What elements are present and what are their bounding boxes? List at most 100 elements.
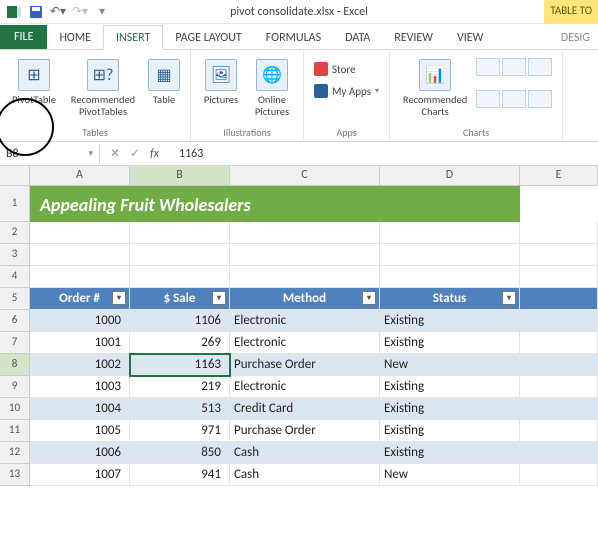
chart-column-icon[interactable] [476, 58, 500, 76]
tab-home[interactable]: HOME [47, 26, 103, 49]
cell-c12[interactable]: Cash [230, 442, 380, 464]
cell-e8[interactable] [520, 354, 598, 376]
row-header-10[interactable]: 10 [0, 398, 30, 420]
cell-a11[interactable]: 1005 [30, 420, 130, 442]
cell-d9[interactable]: Existing [380, 376, 520, 398]
qat-customize-icon[interactable]: ▾ [94, 4, 110, 20]
col-header-a[interactable]: A [30, 166, 130, 186]
row-header-13[interactable]: 13 [0, 464, 30, 486]
cell-e3[interactable] [520, 244, 598, 266]
tab-formulas[interactable]: FORMULAS [254, 26, 333, 49]
cell-b4[interactable] [130, 266, 230, 288]
tab-insert[interactable]: INSERT [103, 25, 163, 50]
row-header-3[interactable]: 3 [0, 244, 30, 266]
row-header-5[interactable]: 5 [0, 288, 30, 310]
cell-b8[interactable]: 1163 [130, 354, 230, 376]
row-header-11[interactable]: 11 [0, 420, 30, 442]
row-header-9[interactable]: 9 [0, 376, 30, 398]
cell-d4[interactable] [380, 266, 520, 288]
cell-a10[interactable]: 1004 [30, 398, 130, 420]
cell-c2[interactable] [230, 222, 380, 244]
cell-b10[interactable]: 513 [130, 398, 230, 420]
cell-e6[interactable] [520, 310, 598, 332]
cell-d12[interactable]: Existing [380, 442, 520, 464]
cell-a12[interactable]: 1006 [30, 442, 130, 464]
recommended-charts-button[interactable]: 📊 Recommended Charts [396, 54, 474, 120]
cell-d10[interactable]: Existing [380, 398, 520, 420]
tab-design[interactable]: DESIG [549, 26, 598, 49]
col-header-e[interactable]: E [520, 166, 598, 186]
tab-data[interactable]: DATA [333, 26, 382, 49]
cell-b11[interactable]: 971 [130, 420, 230, 442]
namebox-dropdown-icon[interactable]: ▾ [88, 148, 93, 159]
select-all-corner[interactable] [0, 166, 30, 186]
cell-a7[interactable]: 1001 [30, 332, 130, 354]
tab-file[interactable]: FILE [0, 25, 47, 49]
cell-e7[interactable] [520, 332, 598, 354]
cell-a4[interactable] [30, 266, 130, 288]
undo-icon[interactable]: ↶▾ [50, 4, 66, 20]
col-header-d[interactable]: D [380, 166, 520, 186]
tab-review[interactable]: REVIEW [382, 26, 445, 49]
cell-c7[interactable]: Electronic [230, 332, 380, 354]
cell-d3[interactable] [380, 244, 520, 266]
banner-title[interactable]: Appealing Fruit Wholesalers [30, 186, 520, 222]
chart-scatter-icon[interactable] [528, 90, 552, 108]
redo-icon[interactable]: ↷▾ [72, 4, 88, 20]
worksheet[interactable]: A B C D E 1 Appealing Fruit Wholesalers … [0, 166, 598, 486]
cell-e12[interactable] [520, 442, 598, 464]
cell-a9[interactable]: 1003 [30, 376, 130, 398]
table-button[interactable]: ▦ Table [144, 54, 184, 120]
fx-icon[interactable]: fx [150, 147, 159, 161]
online-pictures-button[interactable]: 🌐 Online Pictures [247, 54, 297, 120]
cell-b2[interactable] [130, 222, 230, 244]
filter-status-icon[interactable]: ▾ [502, 291, 516, 305]
col-header-c[interactable]: C [230, 166, 380, 186]
cell-a13[interactable]: 1007 [30, 464, 130, 486]
cell-d13[interactable]: New [380, 464, 520, 486]
cell-e13[interactable] [520, 464, 598, 486]
cell-a2[interactable] [30, 222, 130, 244]
row-header-1[interactable]: 1 [0, 186, 30, 222]
cell-c10[interactable]: Credit Card [230, 398, 380, 420]
cell-e1[interactable] [520, 186, 598, 222]
cell-a3[interactable] [30, 244, 130, 266]
cell-a6[interactable]: 1000 [30, 310, 130, 332]
cell-b6[interactable]: 1106 [130, 310, 230, 332]
recommended-pivottables-button[interactable]: ⊞? Recommended PivotTables [64, 54, 142, 120]
tab-page-layout[interactable]: PAGE LAYOUT [163, 26, 253, 49]
filter-order-icon[interactable]: ▾ [112, 291, 126, 305]
cell-b12[interactable]: 850 [130, 442, 230, 464]
tab-view[interactable]: VIEW [445, 26, 495, 49]
cell-d5[interactable]: Status▾ [380, 288, 520, 310]
cell-a8[interactable]: 1002 [30, 354, 130, 376]
cell-e4[interactable] [520, 266, 598, 288]
cell-e11[interactable] [520, 420, 598, 442]
filter-sale-icon[interactable]: ▾ [212, 291, 226, 305]
row-header-4[interactable]: 4 [0, 266, 30, 288]
row-header-8[interactable]: 8 [0, 354, 30, 376]
cell-a5[interactable]: Order #▾ [30, 288, 130, 310]
save-icon[interactable] [28, 4, 44, 20]
cell-b13[interactable]: 941 [130, 464, 230, 486]
cell-e10[interactable] [520, 398, 598, 420]
cell-e2[interactable] [520, 222, 598, 244]
row-header-2[interactable]: 2 [0, 222, 30, 244]
row-header-7[interactable]: 7 [0, 332, 30, 354]
cell-d6[interactable]: Existing [380, 310, 520, 332]
cancel-icon[interactable]: ✕ [110, 146, 120, 161]
pivottable-button[interactable]: ⊞ PivotTable [6, 54, 62, 120]
row-header-12[interactable]: 12 [0, 442, 30, 464]
chart-line-icon[interactable] [502, 58, 526, 76]
name-box[interactable]: B8 ▾ [0, 144, 100, 164]
chart-bar-icon[interactable] [476, 90, 500, 108]
filter-method-icon[interactable]: ▾ [362, 291, 376, 305]
enter-icon[interactable]: ✓ [130, 146, 140, 161]
chart-area-icon[interactable] [502, 90, 526, 108]
cell-c13[interactable]: Cash [230, 464, 380, 486]
cell-c9[interactable]: Electronic [230, 376, 380, 398]
cell-c4[interactable] [230, 266, 380, 288]
formula-bar[interactable]: 1163 [169, 147, 598, 161]
cell-b3[interactable] [130, 244, 230, 266]
cell-b7[interactable]: 269 [130, 332, 230, 354]
